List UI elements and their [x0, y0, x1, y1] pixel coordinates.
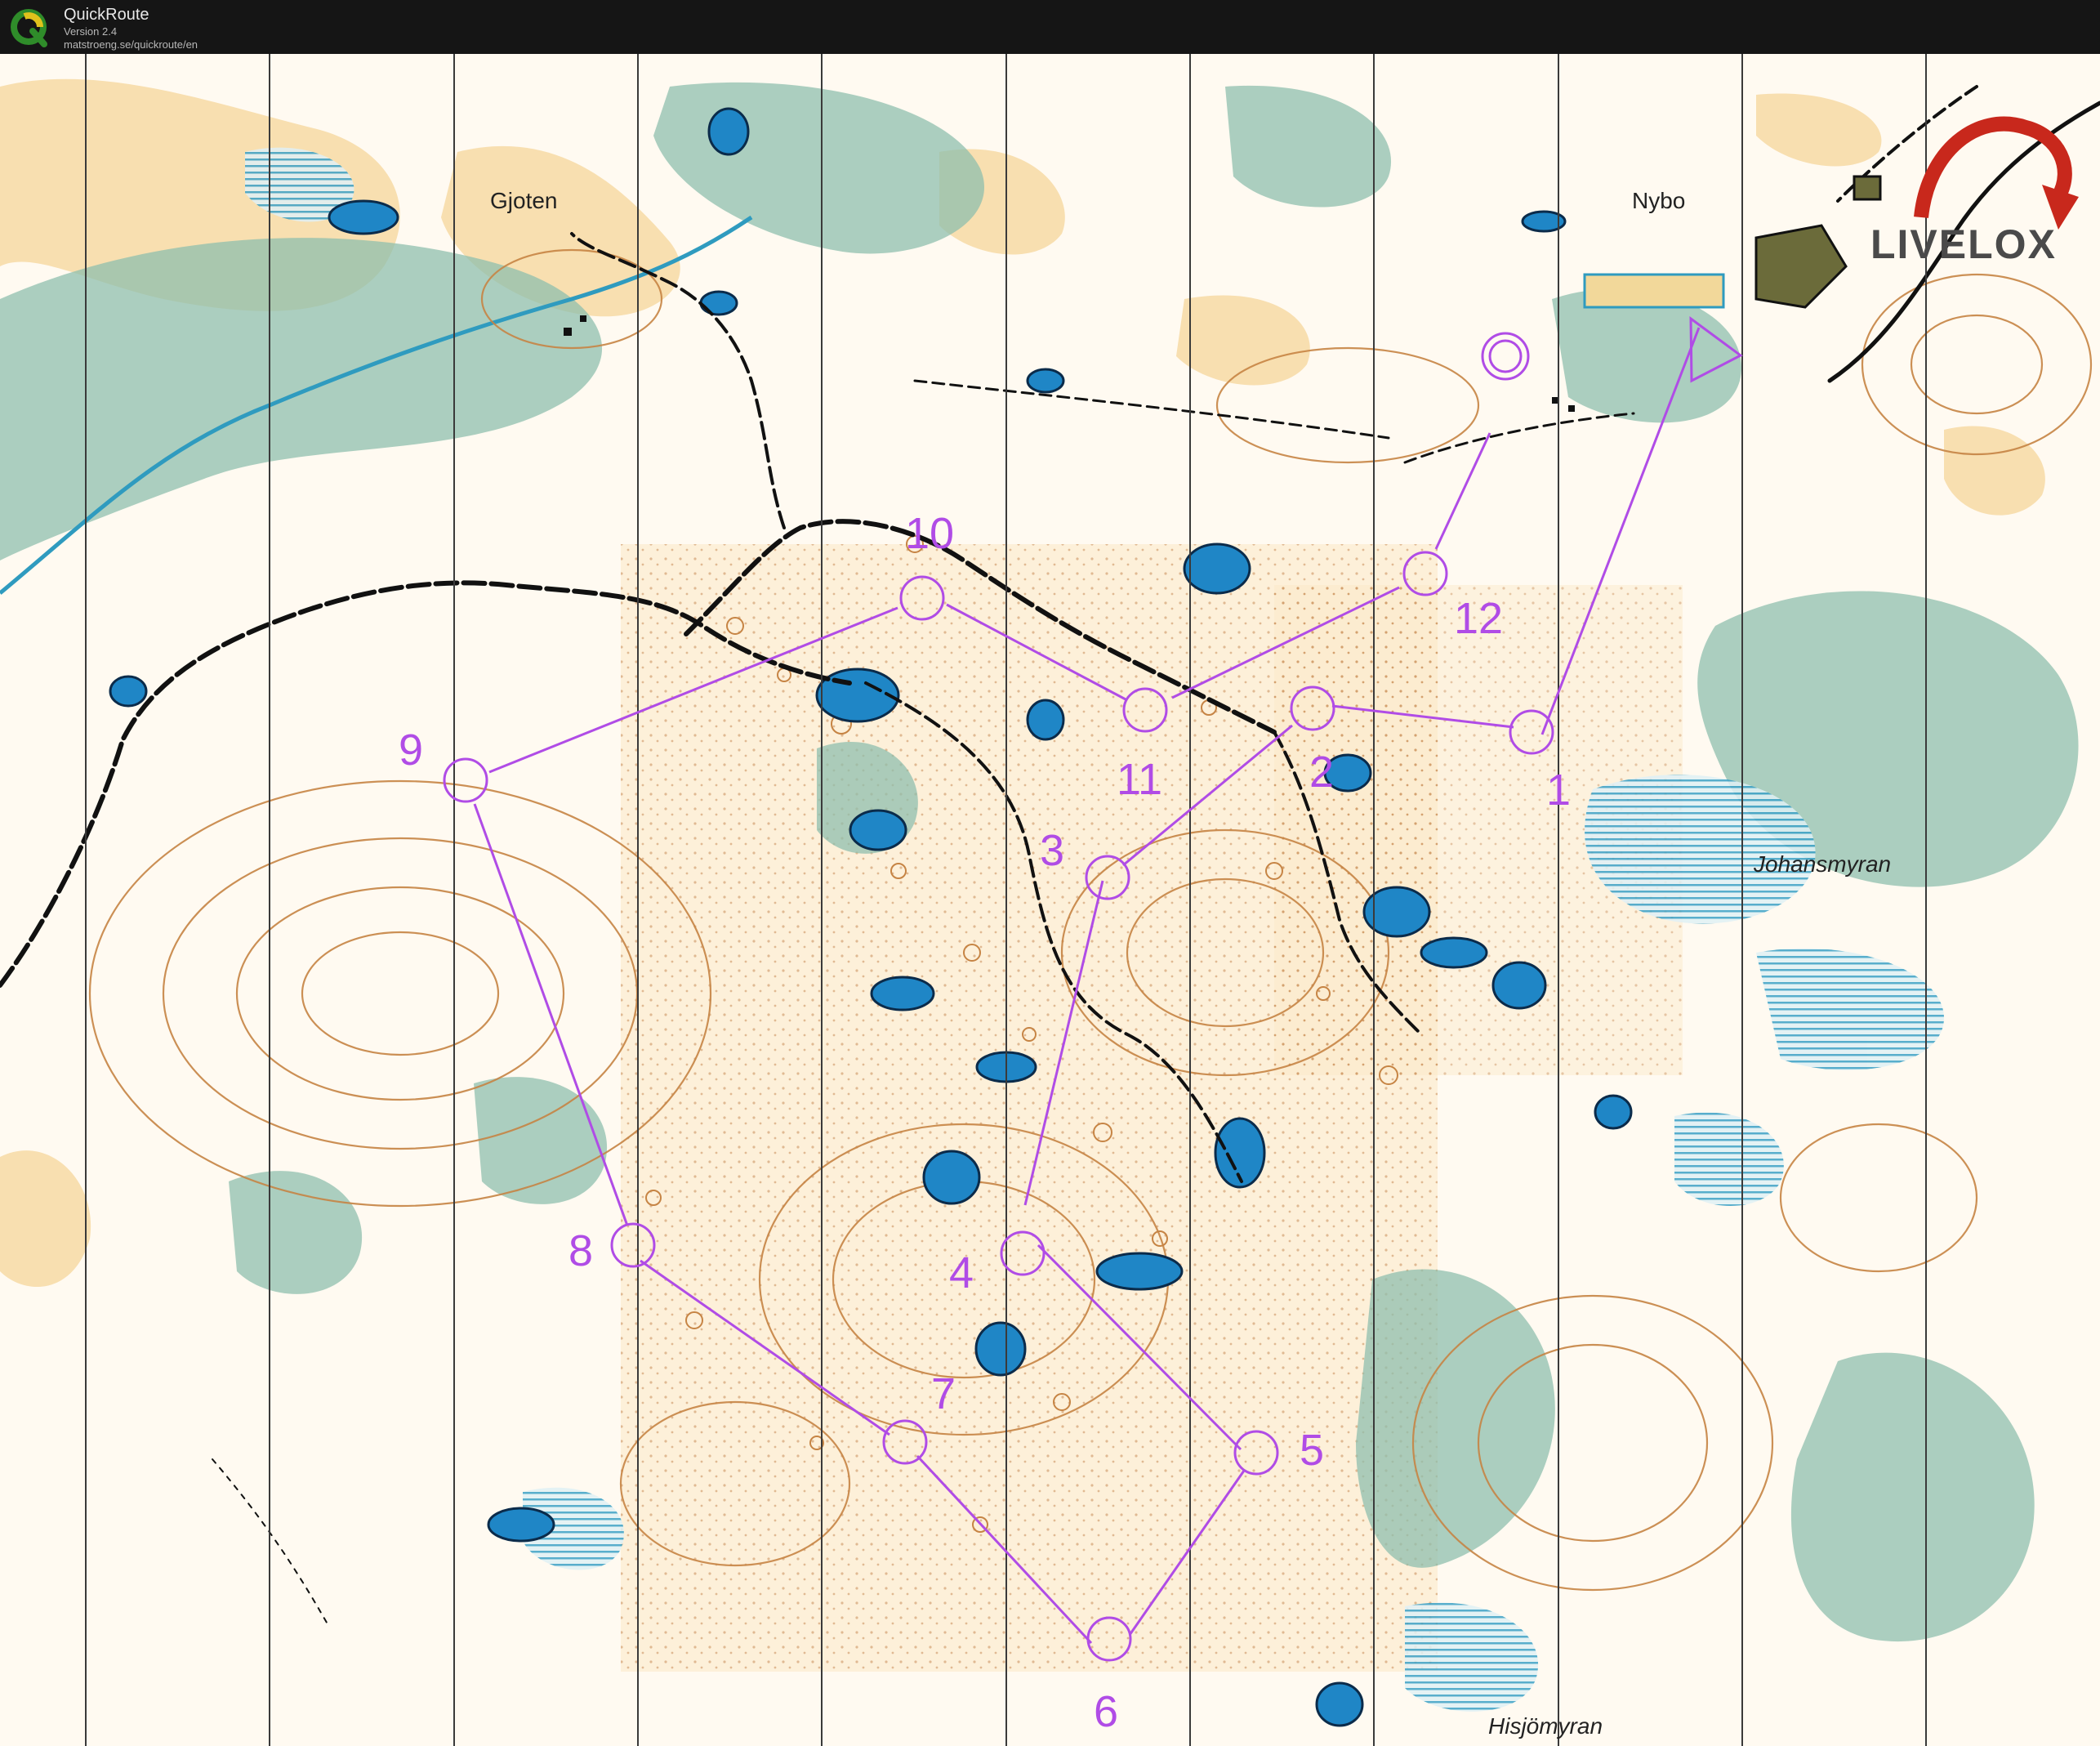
quickroute-logo-icon [11, 9, 47, 47]
app-url: matstroeng.se/quickroute/en [64, 38, 198, 51]
app-titlebar: QuickRoute Version 2.4 matstroeng.se/qui… [0, 0, 2100, 54]
orienteering-map[interactable]: 1 2 3 4 5 6 7 8 9 10 11 12 Gjoten Nybo J… [0, 54, 2100, 1746]
control-number-5: 5 [1300, 1426, 1324, 1475]
control-number-7: 7 [931, 1369, 956, 1418]
control-number-6: 6 [1094, 1687, 1118, 1736]
place-name-hisjomyran: Hisjömyran [1488, 1713, 1603, 1739]
control-number-9: 9 [399, 726, 423, 775]
app-version: Version 2.4 [64, 25, 118, 38]
control-number-2: 2 [1309, 748, 1334, 797]
place-name-nybo: Nybo [1632, 188, 1685, 213]
control-number-4: 4 [949, 1248, 974, 1297]
place-name-johansmyran: Johansmyran [1753, 851, 1891, 877]
app-title: QuickRoute [64, 6, 149, 24]
place-name-gjoten: Gjoten [490, 188, 558, 213]
control-number-3: 3 [1040, 826, 1064, 875]
control-number-12: 12 [1454, 594, 1503, 643]
control-number-1: 1 [1546, 766, 1571, 815]
control-number-11: 11 [1117, 755, 1162, 804]
control-number-8: 8 [568, 1226, 593, 1275]
control-number-10: 10 [905, 509, 954, 558]
livelox-logo-text: LIVELOX [1870, 221, 2057, 267]
